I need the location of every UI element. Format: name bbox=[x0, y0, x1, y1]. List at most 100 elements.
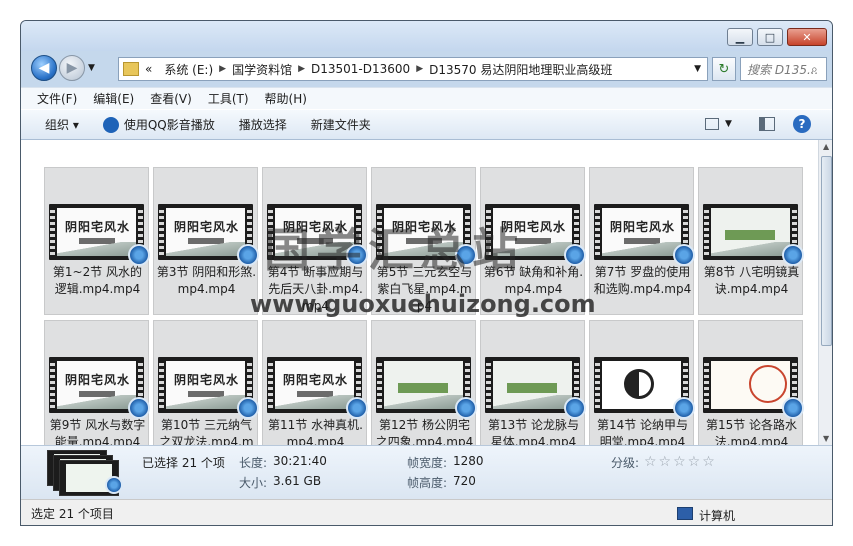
scrollbar-thumb[interactable] bbox=[821, 156, 832, 346]
details-pane: 已选择 21 个项 长度: 30:21:40 大小: 3.61 GB 帧宽度: … bbox=[21, 445, 832, 499]
selection-thumbnail-stack bbox=[47, 450, 123, 496]
status-text: 选定 21 个项目 bbox=[31, 507, 114, 521]
file-item[interactable]: 阴阳宅风水 第11节 水神真机.mp4.mp4 bbox=[262, 320, 368, 445]
breadcrumb-range[interactable]: D13501-D13600 bbox=[305, 62, 416, 76]
file-item[interactable]: 第14节 论纳甲与明堂.mp4.mp4 bbox=[589, 320, 695, 445]
organize-button[interactable]: 组织 ▾ bbox=[21, 116, 91, 133]
breadcrumb-separator-icon[interactable]: ▶ bbox=[219, 64, 226, 74]
frame-width-value: 1280 bbox=[453, 454, 484, 468]
file-item[interactable]: 阴阳宅风水 第9节 风水与数字能量.mp4.mp4 bbox=[44, 320, 150, 445]
file-item[interactable]: 阴阳宅风水第10节 三元纳气之双龙法.mp4.mp4 bbox=[153, 320, 259, 445]
qq-player-badge-icon bbox=[564, 244, 586, 266]
file-item[interactable]: 阴阳宅风水 第1~2节 风水的逻辑.mp4.mp4 bbox=[44, 167, 150, 315]
file-item[interactable]: 第8节 八宅明镜真诀.mp4.mp4 bbox=[698, 167, 804, 315]
qq-player-badge-icon bbox=[564, 397, 586, 419]
file-name: 第10节 三元纳气之双龙法.mp4.mp4 bbox=[159, 418, 254, 445]
video-thumbnail: 阴阳宅风水 bbox=[49, 204, 150, 266]
address-row: ◀ ▶ ▼ « 系统 (E:) ▶ 国学资料馆 ▶ D13501-D13600 … bbox=[21, 51, 832, 87]
menu-view[interactable]: 查看(V) bbox=[142, 90, 200, 107]
menu-bar: 文件(F) 编辑(E) 查看(V) 工具(T) 帮助(H) bbox=[21, 87, 832, 109]
video-thumbnail bbox=[703, 357, 804, 419]
file-name: 第1~2节 风水的逻辑.mp4.mp4 bbox=[52, 265, 143, 296]
breadcrumb-current[interactable]: D13570 易达阴阳地理职业高级班 bbox=[423, 61, 618, 78]
size-value: 3.61 GB bbox=[273, 474, 322, 488]
thumbnail-title: 阴阳宅风水 bbox=[283, 373, 349, 387]
title-bar: ▁ □ ✕ bbox=[21, 21, 832, 51]
thumbnail-title: 阴阳宅风水 bbox=[610, 220, 676, 234]
back-button[interactable]: ◀ bbox=[31, 55, 57, 81]
length-label: 长度: bbox=[239, 456, 268, 470]
qq-player-badge-icon bbox=[673, 397, 695, 419]
compass-chart-icon bbox=[749, 365, 787, 403]
qq-player-badge-icon bbox=[237, 244, 259, 266]
breadcrumb-overflow[interactable]: « bbox=[139, 62, 158, 76]
breadcrumb-separator-icon[interactable]: ▶ bbox=[298, 64, 305, 74]
file-item[interactable]: 阴阳宅风水 第7节 罗盘的使用和选购.mp4.mp4 bbox=[589, 167, 695, 315]
minimize-button[interactable]: ▁ bbox=[727, 28, 753, 46]
rating-stars[interactable]: ☆☆☆☆☆ bbox=[644, 454, 717, 470]
playlist-label: 播放选择 bbox=[238, 118, 287, 132]
file-name: 第9节 风水与数字能量.mp4.mp4 bbox=[49, 418, 146, 445]
refresh-button[interactable]: ↻ bbox=[712, 57, 736, 81]
search-icon: ⌕ bbox=[811, 62, 818, 76]
length-value: 30:21:40 bbox=[273, 454, 327, 468]
rating-label: 分级: bbox=[611, 456, 640, 470]
file-item[interactable]: 第15节 论各路水法.mp4.mp4 bbox=[698, 320, 804, 445]
menu-edit[interactable]: 编辑(E) bbox=[85, 90, 142, 107]
video-thumbnail bbox=[703, 204, 804, 266]
qq-player-badge-icon bbox=[128, 397, 150, 419]
size-label: 大小: bbox=[239, 476, 268, 490]
menu-file[interactable]: 文件(F) bbox=[21, 90, 85, 107]
file-name: 第3节 阴阳和形煞.mp4.mp4 bbox=[156, 265, 257, 296]
qq-player-badge-icon bbox=[346, 397, 368, 419]
qq-player-badge-icon bbox=[128, 244, 150, 266]
menu-tools[interactable]: 工具(T) bbox=[200, 90, 257, 107]
close-button[interactable]: ✕ bbox=[787, 28, 827, 46]
file-item[interactable]: 阴阳宅风水第3节 阴阳和形煞.mp4.mp4 bbox=[153, 167, 259, 315]
qq-player-badge-icon bbox=[105, 476, 123, 494]
qq-player-button[interactable]: 使用QQ影音播放 bbox=[91, 116, 227, 133]
help-icon[interactable]: ? bbox=[793, 115, 811, 133]
forward-button[interactable]: ▶ bbox=[59, 55, 85, 81]
organize-label: 组织 ▾ bbox=[45, 118, 79, 132]
frame-height-label: 帧高度: bbox=[407, 476, 448, 490]
breadcrumb-drive[interactable]: 系统 (E:) bbox=[158, 61, 219, 78]
thumbnail-title: 阴阳宅风水 bbox=[174, 220, 240, 234]
refresh-icon: ↻ bbox=[718, 61, 730, 77]
breadcrumb-library[interactable]: 国学资料馆 bbox=[226, 61, 298, 78]
address-dropdown-icon[interactable]: ▼ bbox=[694, 64, 701, 74]
file-name: 第15节 论各路水法.mp4.mp4 bbox=[705, 418, 798, 445]
playlist-button[interactable]: 播放选择 bbox=[227, 116, 299, 133]
file-item[interactable]: 第13节 论龙脉与星体.mp4.mp4 bbox=[480, 320, 586, 445]
view-dropdown-icon[interactable]: ▼ bbox=[725, 119, 732, 129]
menu-help[interactable]: 帮助(H) bbox=[257, 90, 315, 107]
breadcrumb-separator-icon[interactable]: ▶ bbox=[416, 64, 423, 74]
view-options-icon[interactable] bbox=[705, 118, 719, 130]
thumbnail-title: 阴阳宅风水 bbox=[174, 373, 240, 387]
folder-icon bbox=[123, 62, 139, 76]
video-thumbnail bbox=[485, 357, 586, 419]
new-folder-button[interactable]: 新建文件夹 bbox=[299, 116, 383, 133]
qq-player-icon bbox=[102, 116, 119, 133]
forward-arrow-icon: ▶ bbox=[66, 60, 78, 76]
yin-yang-icon bbox=[624, 369, 654, 399]
status-location: 计算机 bbox=[699, 509, 736, 523]
back-arrow-icon: ◀ bbox=[38, 60, 50, 76]
recent-pages-chevron-icon[interactable]: ▼ bbox=[88, 63, 95, 73]
qq-player-badge-icon bbox=[782, 397, 804, 419]
vertical-scrollbar[interactable]: ▲ ▼ bbox=[818, 140, 832, 445]
maximize-button[interactable]: □ bbox=[757, 28, 783, 46]
qq-player-badge-icon bbox=[455, 397, 477, 419]
watermark-title: 国学汇总站 bbox=[264, 223, 524, 277]
scroll-up-icon[interactable]: ▲ bbox=[823, 142, 829, 151]
file-name: 第12节 杨公阴宅之四象.mp4.mp4 bbox=[375, 418, 474, 445]
qq-player-badge-icon bbox=[237, 397, 259, 419]
command-bar: 组织 ▾ 使用QQ影音播放 播放选择 新建文件夹 ▼ ? bbox=[21, 109, 832, 140]
scroll-down-icon[interactable]: ▼ bbox=[823, 434, 829, 443]
video-thumbnail: 阴阳宅风水 bbox=[49, 357, 150, 419]
file-item[interactable]: 第12节 杨公阴宅之四象.mp4.mp4 bbox=[371, 320, 477, 445]
preview-pane-icon[interactable] bbox=[759, 117, 775, 131]
address-bar[interactable]: « 系统 (E:) ▶ 国学资料馆 ▶ D13501-D13600 ▶ D135… bbox=[118, 57, 708, 81]
frame-height-value: 720 bbox=[453, 474, 476, 488]
computer-icon bbox=[677, 507, 693, 520]
